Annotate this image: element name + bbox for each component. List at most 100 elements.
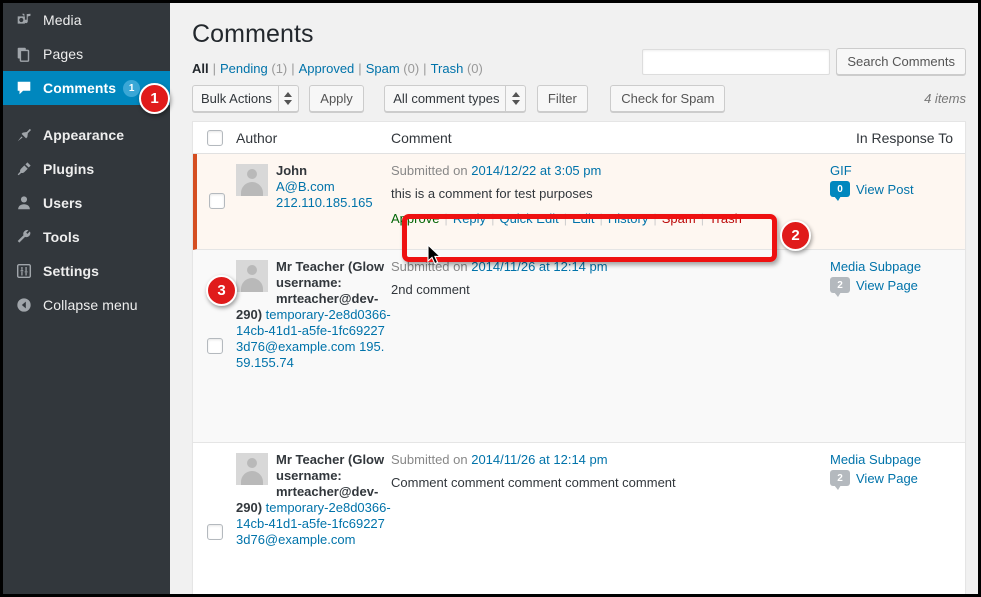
avatar [236, 453, 268, 485]
submitted-prefix: Submitted on [391, 452, 471, 467]
submitted-date-link[interactable]: 2014/12/22 at 3:05 pm [471, 163, 601, 178]
sidebar-item-label: Plugins [43, 161, 94, 177]
author-cell: John A@B.com 212.110.185.165 [236, 163, 391, 239]
author-email-link[interactable]: A@B.com [276, 179, 335, 194]
filter-link-approved[interactable]: Approved [299, 61, 355, 76]
table-navigation-top: Bulk Actions Apply All comment types Fil… [192, 85, 966, 115]
column-header-in-response-to: In Response To [818, 130, 965, 146]
submitted-date-link[interactable]: 2014/11/26 at 12:14 pm [471, 452, 607, 467]
comment-cell: Submitted on 2014/11/26 at 12:14 pm Comm… [391, 452, 826, 594]
items-count-label: 4 items [924, 91, 966, 106]
sidebar-item-label: Appearance [43, 127, 124, 143]
filter-link-spam[interactable]: Spam [366, 61, 400, 76]
sidebar-item-label: Collapse menu [43, 297, 138, 313]
wordpress-admin-comments-screen: Media Pages Comments 1 Appearance [0, 0, 981, 597]
in-response-to-cell: Media Subpage 2 View Page [826, 259, 965, 432]
action-separator: | [486, 211, 499, 226]
filter-button[interactable]: Filter [537, 85, 588, 112]
filter-link-trash[interactable]: Trash [431, 61, 464, 76]
approve-link[interactable]: Approve [391, 211, 439, 226]
media-icon [14, 10, 34, 30]
filter-separator: | [354, 61, 365, 76]
bulk-actions-selected-value: Bulk Actions [201, 91, 272, 106]
filter-separator: | [209, 61, 220, 76]
sidebar-item-label: Users [43, 195, 82, 211]
row-select-cell [197, 163, 236, 239]
avatar [236, 260, 268, 292]
view-page-link[interactable]: View Page [856, 278, 918, 293]
quick-edit-link[interactable]: Quick Edit [499, 211, 558, 226]
apply-button[interactable]: Apply [309, 85, 364, 112]
settings-sliders-icon [14, 261, 34, 281]
filter-link-pending[interactable]: Pending [220, 61, 268, 76]
sidebar-item-label: Settings [43, 263, 99, 279]
sidebar-item-media[interactable]: Media [3, 3, 170, 37]
search-comments-button[interactable]: Search Comments [836, 48, 966, 75]
row-actions: Approve|Reply|Quick Edit|Edit|History|Sp… [391, 211, 816, 226]
filter-count-pending: (1) [271, 61, 287, 76]
filter-link-all[interactable]: All [192, 61, 209, 76]
response-comment-count-bubble: 2 [830, 470, 850, 486]
response-page-link[interactable]: Media Subpage [830, 259, 965, 274]
filter-separator: | [287, 61, 298, 76]
chevron-updown-icon [505, 85, 525, 112]
page-title: Comments [192, 20, 978, 49]
row-checkbox[interactable] [207, 338, 223, 354]
sidebar-item-pages[interactable]: Pages [3, 37, 170, 71]
sidebar-item-appearance[interactable]: Appearance [3, 118, 170, 152]
comment-type-select[interactable]: All comment types [384, 85, 526, 112]
action-separator: | [595, 211, 608, 226]
select-all-checkbox[interactable] [207, 130, 223, 146]
sidebar-item-users[interactable]: Users [3, 186, 170, 220]
submitted-line: Submitted on 2014/11/26 at 12:14 pm [391, 452, 816, 467]
action-separator: | [696, 211, 709, 226]
view-post-link[interactable]: View Post [856, 182, 914, 197]
view-page-link[interactable]: View Page [856, 471, 918, 486]
filter-count-trash: (0) [467, 61, 483, 76]
response-post-link[interactable]: GIF [830, 163, 965, 178]
row-select-cell [193, 452, 236, 594]
sidebar-item-tools[interactable]: Tools [3, 220, 170, 254]
avatar [236, 164, 268, 196]
check-for-spam-button[interactable]: Check for Spam [610, 85, 725, 112]
comment-text: this is a comment for test purposes [391, 185, 816, 202]
comments-count-badge: 1 [123, 80, 140, 97]
response-page-link[interactable]: Media Subpage [830, 452, 965, 467]
comment-cell: Submitted on 2014/11/26 at 12:14 pm 2nd … [391, 259, 826, 432]
sidebar-item-label: Tools [43, 229, 80, 245]
history-link[interactable]: History [608, 211, 648, 226]
action-separator: | [559, 211, 572, 226]
submitted-prefix: Submitted on [391, 163, 471, 178]
table-row: John A@B.com 212.110.185.165 Submitted o… [193, 154, 965, 250]
author-ip-link[interactable]: 212.110.185.165 [276, 195, 373, 210]
bulk-actions-select[interactable]: Bulk Actions [192, 85, 299, 112]
annotation-marker-2: 2 [780, 220, 811, 251]
spam-link[interactable]: Spam [662, 211, 696, 226]
sidebar-item-settings[interactable]: Settings [3, 254, 170, 288]
table-row: Mr Teacher (Glow username: mrteacher@dev… [193, 250, 965, 443]
comments-icon [14, 78, 34, 98]
appearance-pin-icon [14, 125, 34, 145]
author-name: John [276, 163, 307, 178]
action-separator: | [439, 211, 452, 226]
edit-link[interactable]: Edit [572, 211, 594, 226]
comments-table: Author Comment In Response To John A@B.c… [192, 121, 966, 594]
annotation-marker-3: 3 [206, 275, 237, 306]
annotation-marker-1: 1 [139, 83, 170, 114]
in-response-to-cell: Media Subpage 2 View Page [826, 452, 965, 594]
submitted-date-link[interactable]: 2014/11/26 at 12:14 pm [471, 259, 607, 274]
sidebar-item-collapse-menu[interactable]: Collapse menu [3, 288, 170, 322]
column-header-comment: Comment [391, 130, 818, 146]
comment-text: Comment comment comment comment comment [391, 474, 816, 491]
sidebar-item-plugins[interactable]: Plugins [3, 152, 170, 186]
trash-link[interactable]: Trash [709, 211, 742, 226]
comment-type-selected-value: All comment types [393, 91, 499, 106]
reply-link[interactable]: Reply [453, 211, 486, 226]
comment-cell: Submitted on 2014/12/22 at 3:05 pm this … [391, 163, 826, 239]
row-checkbox[interactable] [207, 524, 223, 540]
author-cell: Mr Teacher (Glow username: mrteacher@dev… [236, 259, 391, 432]
row-checkbox[interactable] [209, 193, 225, 209]
submitted-prefix: Submitted on [391, 259, 471, 274]
search-input[interactable] [642, 49, 830, 75]
plugins-plug-icon [14, 159, 34, 179]
